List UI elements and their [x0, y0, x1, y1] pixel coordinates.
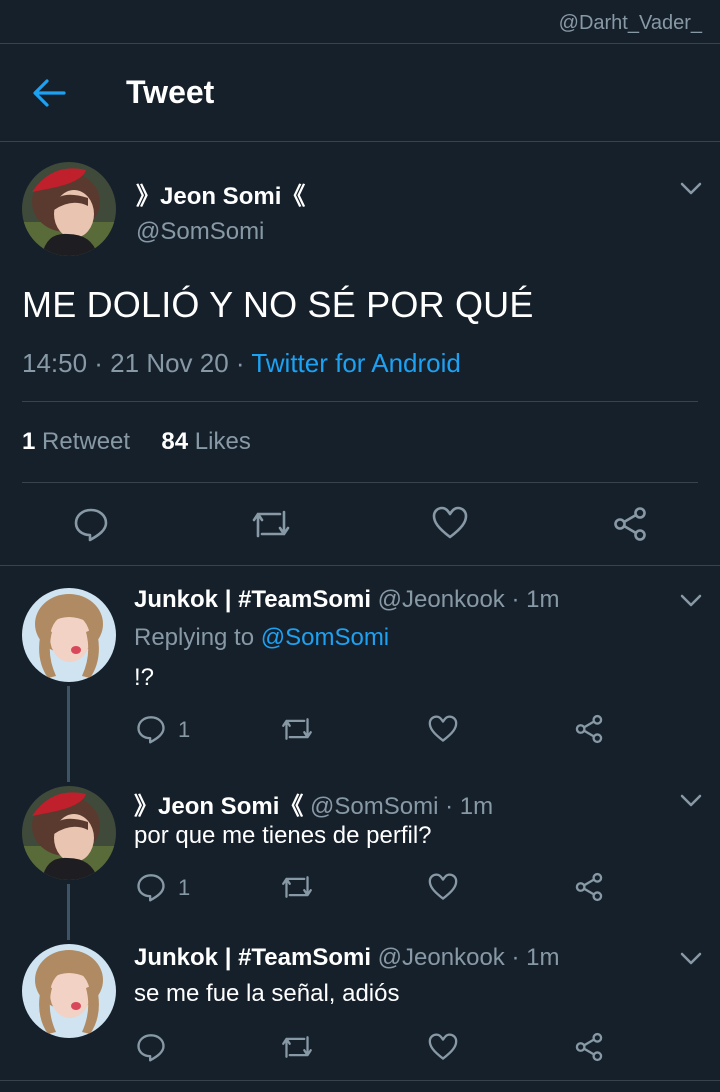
retweet-count: 1	[22, 428, 36, 455]
main-tweet: 》Jeon Somi《 @SomSomi ME DOLIÓ Y NO SÉ PO…	[0, 142, 720, 566]
tweet-text: ME DOLIÓ Y NO SÉ POR QUÉ	[22, 284, 534, 325]
reply-icon[interactable]	[136, 872, 166, 902]
avatar[interactable]	[22, 162, 116, 256]
reply-tweet[interactable]: Junkok | #TeamSomi @Jeonkook · 1m se me …	[0, 926, 720, 1080]
reply-actions: 1	[0, 714, 720, 746]
reply-author-handle[interactable]: @Jeonkook · 1m	[371, 944, 560, 971]
divider	[22, 401, 698, 402]
tweet-source-link[interactable]: Twitter for Android	[251, 348, 461, 378]
avatar[interactable]	[22, 588, 116, 682]
like-icon[interactable]	[428, 873, 458, 901]
retweet-label: Retweet	[35, 428, 131, 455]
retweet-icon[interactable]	[280, 874, 314, 900]
reply-header: 》Jeon Somi《 @SomSomi · 1m	[134, 786, 493, 821]
share-icon[interactable]	[574, 714, 604, 744]
reply-text: por que me tienes de perfil?	[134, 822, 432, 849]
reply-tweet[interactable]: 》Jeon Somi《 @SomSomi · 1m por que me tie…	[0, 766, 720, 926]
reply-actions: 1	[0, 872, 720, 904]
divider	[22, 482, 698, 483]
likes-stat[interactable]: 84 Likes	[161, 428, 250, 455]
tweet-timestamp: 14:50 · 21 Nov 20 ·	[22, 348, 252, 378]
reply-icon[interactable]	[73, 506, 109, 542]
reply-icon[interactable]	[136, 714, 166, 744]
tweet-stats: 1 Retweet 84 Likes	[22, 428, 251, 456]
chevron-down-icon[interactable]	[680, 594, 702, 608]
chevron-down-icon[interactable]	[680, 952, 702, 966]
reply-author-name[interactable]: Junkok | #TeamSomi	[134, 586, 371, 613]
reply-header: Junkok | #TeamSomi @Jeonkook · 1m	[134, 944, 559, 972]
tweet-actions	[0, 502, 720, 546]
reply-author-handle[interactable]: @Jeonkook · 1m	[371, 586, 560, 613]
chevron-down-icon[interactable]	[680, 794, 702, 808]
reply-count: 1	[178, 717, 191, 742]
tweet-meta: 14:50 · 21 Nov 20 · Twitter for Android	[22, 348, 461, 379]
like-icon[interactable]	[432, 506, 468, 540]
retweet-stat[interactable]: 1 Retweet	[22, 428, 130, 455]
likes-label: Likes	[188, 428, 251, 455]
share-icon[interactable]	[612, 506, 648, 542]
back-arrow-icon[interactable]	[32, 78, 66, 108]
replying-to-link[interactable]: @SomSomi	[261, 624, 389, 651]
reply-text: !?	[134, 664, 155, 691]
header: Tweet	[0, 44, 720, 142]
share-icon[interactable]	[574, 1032, 604, 1062]
reply-author-name[interactable]: 》Jeon Somi《	[134, 793, 303, 820]
reply-author-name[interactable]: Junkok | #TeamSomi	[134, 944, 371, 971]
reply-actions	[0, 1032, 720, 1064]
like-icon[interactable]	[428, 1033, 458, 1061]
page-title: Tweet	[126, 74, 215, 110]
retweet-icon[interactable]	[280, 716, 314, 742]
divider	[0, 1080, 720, 1081]
reply-text: se me fue la señal, adiós	[134, 980, 400, 1007]
reply-header: Junkok | #TeamSomi @Jeonkook · 1m	[134, 586, 559, 614]
avatar[interactable]	[22, 786, 116, 880]
likes-count: 84	[161, 428, 189, 455]
replying-prefix: Replying to	[134, 624, 261, 651]
reply-tweet[interactable]: Junkok | #TeamSomi @Jeonkook · 1m Replyi…	[0, 566, 720, 766]
reply-count: 1	[178, 875, 191, 900]
replying-to: Replying to @SomSomi	[134, 624, 389, 652]
retweet-icon[interactable]	[250, 508, 292, 540]
share-icon[interactable]	[574, 872, 604, 902]
reply-author-handle[interactable]: @SomSomi · 1m	[303, 793, 493, 820]
avatar[interactable]	[22, 944, 116, 1038]
author-handle[interactable]: @SomSomi	[136, 218, 264, 246]
chevron-down-icon[interactable]	[680, 182, 702, 196]
author-name[interactable]: 》Jeon Somi《	[136, 176, 305, 211]
retweet-icon[interactable]	[280, 1034, 314, 1060]
watermark: @Darht_Vader_	[558, 12, 702, 34]
like-icon[interactable]	[428, 715, 458, 743]
reply-icon[interactable]	[136, 1032, 166, 1062]
